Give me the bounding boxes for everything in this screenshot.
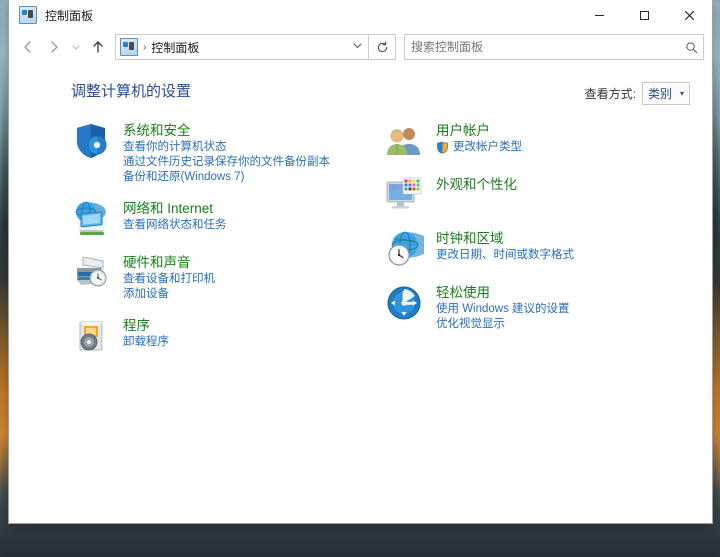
category-column-right: 用户帐户 更改帐户类型: [384, 121, 684, 370]
recent-locations-icon: [71, 42, 81, 52]
category-body: 系统和安全 查看你的计算机状态 通过文件历史记录保存你的文件备份副本 备份和还原…: [123, 121, 330, 185]
close-icon: [684, 10, 695, 21]
category-title[interactable]: 网络和 Internet: [123, 200, 227, 217]
refresh-icon: [376, 41, 389, 54]
category-link[interactable]: 查看你的计算机状态: [123, 140, 330, 155]
category-hardware-and-sound: 硬件和声音 查看设备和打印机 添加设备: [71, 253, 371, 302]
forward-button[interactable]: [41, 34, 67, 60]
clock-region-icon: [384, 229, 424, 269]
category-link[interactable]: 查看设备和打印机: [123, 272, 215, 287]
category-link[interactable]: 使用 Windows 建议的设置: [436, 302, 570, 317]
close-button[interactable]: [667, 0, 712, 30]
window-controls: [577, 0, 712, 30]
programs-disc-icon: [71, 316, 111, 356]
search-icon[interactable]: [679, 41, 703, 54]
category-column-left: 系统和安全 查看你的计算机状态 通过文件历史记录保存你的文件备份副本 备份和还原…: [71, 121, 371, 370]
category-body: 轻松使用 使用 Windows 建议的设置 优化视觉显示: [436, 283, 570, 332]
category-body: 程序 卸载程序: [123, 316, 169, 350]
uac-shield-icon: [436, 141, 449, 154]
up-arrow-icon: [90, 39, 106, 55]
shield-security-icon: [71, 121, 111, 161]
category-grid: 系统和安全 查看你的计算机状态 通过文件历史记录保存你的文件备份副本 备份和还原…: [9, 105, 712, 370]
chevron-down-icon: [352, 40, 363, 51]
recent-locations-button[interactable]: [67, 34, 85, 60]
category-link[interactable]: 更改日期、时间或数字格式: [436, 248, 574, 263]
address-dropdown-button[interactable]: [346, 40, 368, 54]
window-title: 控制面板: [45, 7, 93, 24]
category-link[interactable]: 优化视觉显示: [436, 317, 570, 332]
minimize-icon: [594, 10, 605, 21]
category-system-and-security: 系统和安全 查看你的计算机状态 通过文件历史记录保存你的文件备份副本 备份和还原…: [71, 121, 371, 185]
breadcrumb-control-panel-icon: [120, 38, 138, 56]
magnifier-icon: [685, 41, 698, 54]
control-panel-window: 控制面板: [8, 0, 713, 524]
network-globe-icon: [71, 199, 111, 239]
view-by-label: 查看方式:: [585, 85, 636, 102]
view-by-select[interactable]: 类别 ▾: [642, 82, 690, 105]
category-link[interactable]: 添加设备: [123, 287, 215, 302]
category-body: 硬件和声音 查看设备和打印机 添加设备: [123, 253, 215, 302]
category-title[interactable]: 系统和安全: [123, 122, 330, 139]
category-appearance-and-personalization: 外观和个性化: [384, 175, 684, 215]
category-title[interactable]: 用户帐户: [436, 122, 522, 139]
title-bar: 控制面板: [9, 0, 712, 30]
category-body: 网络和 Internet 查看网络状态和任务: [123, 199, 227, 233]
category-link-label: 更改帐户类型: [453, 140, 522, 155]
control-panel-icon: [19, 6, 37, 24]
category-user-accounts: 用户帐户 更改帐户类型: [384, 121, 684, 161]
forward-arrow-icon: [46, 39, 62, 55]
category-title[interactable]: 时钟和区域: [436, 230, 574, 247]
category-link[interactable]: 通过文件历史记录保存你的文件备份副本: [123, 155, 330, 170]
breadcrumb-separator: ›: [143, 42, 146, 53]
back-arrow-icon: [20, 39, 36, 55]
minimize-button[interactable]: [577, 0, 622, 30]
navigation-bar: › 控制面板: [9, 30, 712, 64]
category-title[interactable]: 外观和个性化: [436, 176, 517, 193]
chevron-down-icon: ▾: [680, 89, 684, 98]
back-button[interactable]: [15, 34, 41, 60]
hardware-printer-icon: [71, 253, 111, 293]
category-title[interactable]: 轻松使用: [436, 284, 570, 301]
category-body: 时钟和区域 更改日期、时间或数字格式: [436, 229, 574, 263]
search-input[interactable]: [405, 40, 679, 54]
category-link[interactable]: 备份和还原(Windows 7): [123, 170, 330, 185]
view-by-value: 类别: [648, 85, 672, 102]
content-header: 调整计算机的设置 查看方式: 类别 ▾: [9, 64, 712, 105]
ease-of-access-icon: [384, 283, 424, 323]
category-link[interactable]: 卸载程序: [123, 335, 169, 350]
category-body: 外观和个性化: [436, 175, 517, 194]
category-programs: 程序 卸载程序: [71, 316, 371, 356]
maximize-icon: [639, 10, 650, 21]
category-body: 用户帐户 更改帐户类型: [436, 121, 522, 155]
refresh-button[interactable]: [369, 34, 396, 60]
category-title[interactable]: 硬件和声音: [123, 254, 215, 271]
up-button[interactable]: [85, 34, 111, 60]
view-by-control: 查看方式: 类别 ▾: [585, 82, 690, 105]
category-network-and-internet: 网络和 Internet 查看网络状态和任务: [71, 199, 371, 239]
category-title[interactable]: 程序: [123, 317, 169, 334]
breadcrumb-control-panel[interactable]: 控制面板: [151, 39, 199, 56]
category-link-change-account-type[interactable]: 更改帐户类型: [436, 140, 522, 155]
page-title: 调整计算机的设置: [71, 80, 585, 101]
category-ease-of-access: 轻松使用 使用 Windows 建议的设置 优化视觉显示: [384, 283, 684, 332]
address-bar[interactable]: › 控制面板: [115, 34, 369, 60]
appearance-monitor-icon: [384, 175, 424, 215]
content-area: 调整计算机的设置 查看方式: 类别 ▾: [9, 64, 712, 523]
category-clock-and-region: 时钟和区域 更改日期、时间或数字格式: [384, 229, 684, 269]
user-accounts-icon: [384, 121, 424, 161]
maximize-button[interactable]: [622, 0, 667, 30]
title-bar-left: 控制面板: [9, 6, 93, 24]
category-link[interactable]: 查看网络状态和任务: [123, 218, 227, 233]
search-box[interactable]: [404, 34, 704, 60]
